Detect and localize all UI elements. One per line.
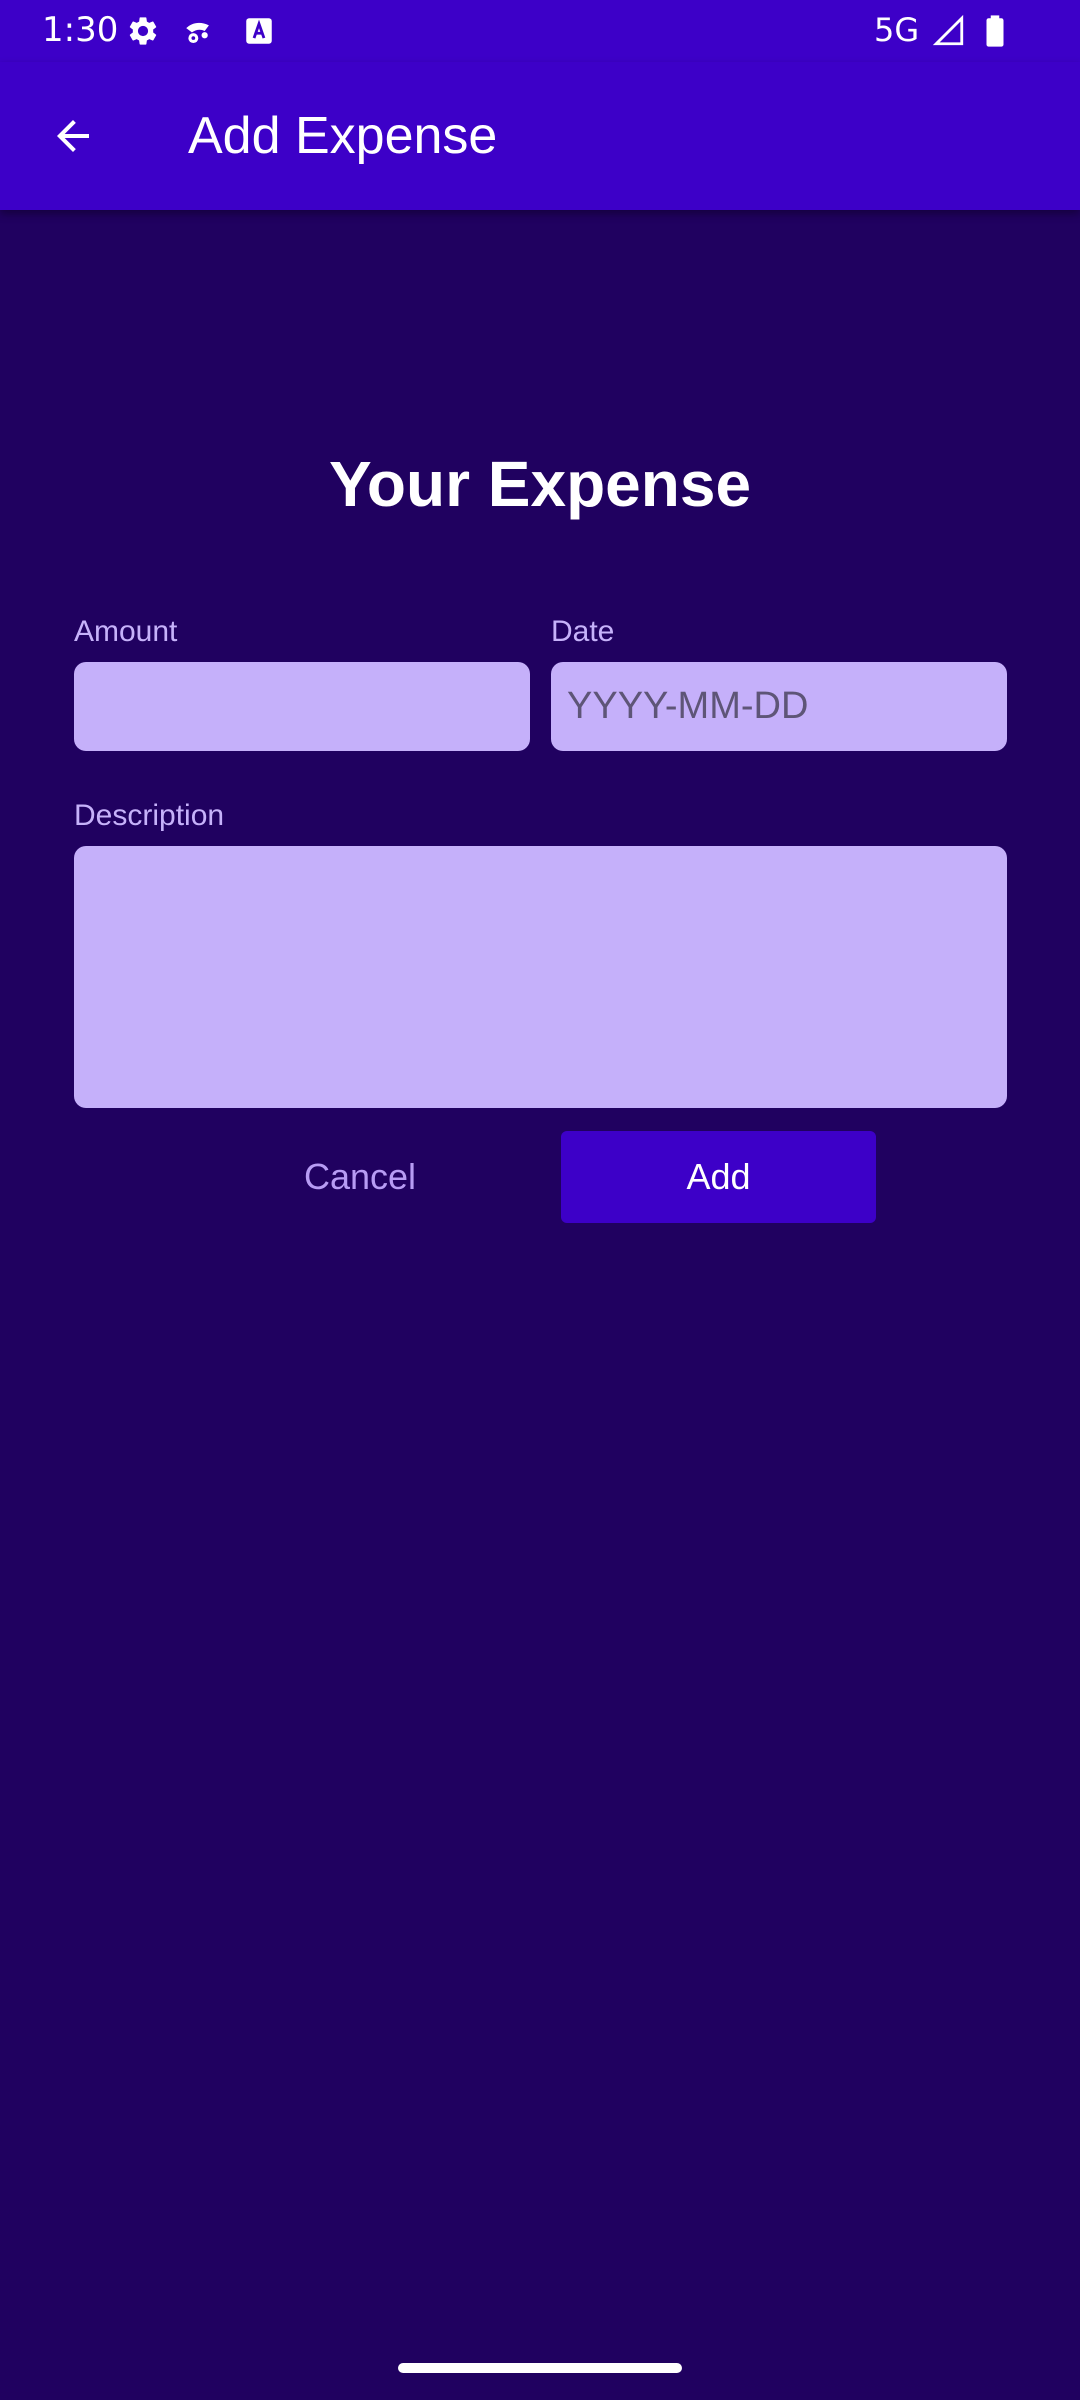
description-label: Description [74, 799, 225, 832]
form-heading: Your Expense [328, 448, 752, 520]
app-bar-title: Add Expense [188, 107, 498, 165]
signal-icon [932, 14, 964, 46]
status-bar: 1:30 5G [0, 0, 1080, 62]
date-input[interactable] [551, 662, 1007, 751]
screen: 1:30 5G Add Expense Your Expense Amount … [0, 0, 1080, 2400]
network-type: 5G [874, 11, 920, 49]
settings-icon [129, 17, 157, 45]
cancel-button[interactable]: Cancel [250, 1131, 470, 1223]
amount-input[interactable] [74, 662, 530, 751]
add-button[interactable]: Add [561, 1131, 876, 1223]
home-indicator[interactable] [398, 2363, 682, 2373]
battery-icon [986, 15, 1004, 47]
description-input[interactable] [74, 846, 1007, 1108]
status-time: 1:30 [42, 10, 119, 50]
arrow-back-icon [57, 120, 89, 152]
amount-label: Amount [74, 615, 178, 648]
back-button[interactable] [36, 99, 110, 173]
a-box-icon [246, 18, 272, 44]
app-bar: Add Expense [0, 62, 1080, 210]
cast-icon [186, 22, 209, 44]
date-label: Date [551, 615, 615, 648]
